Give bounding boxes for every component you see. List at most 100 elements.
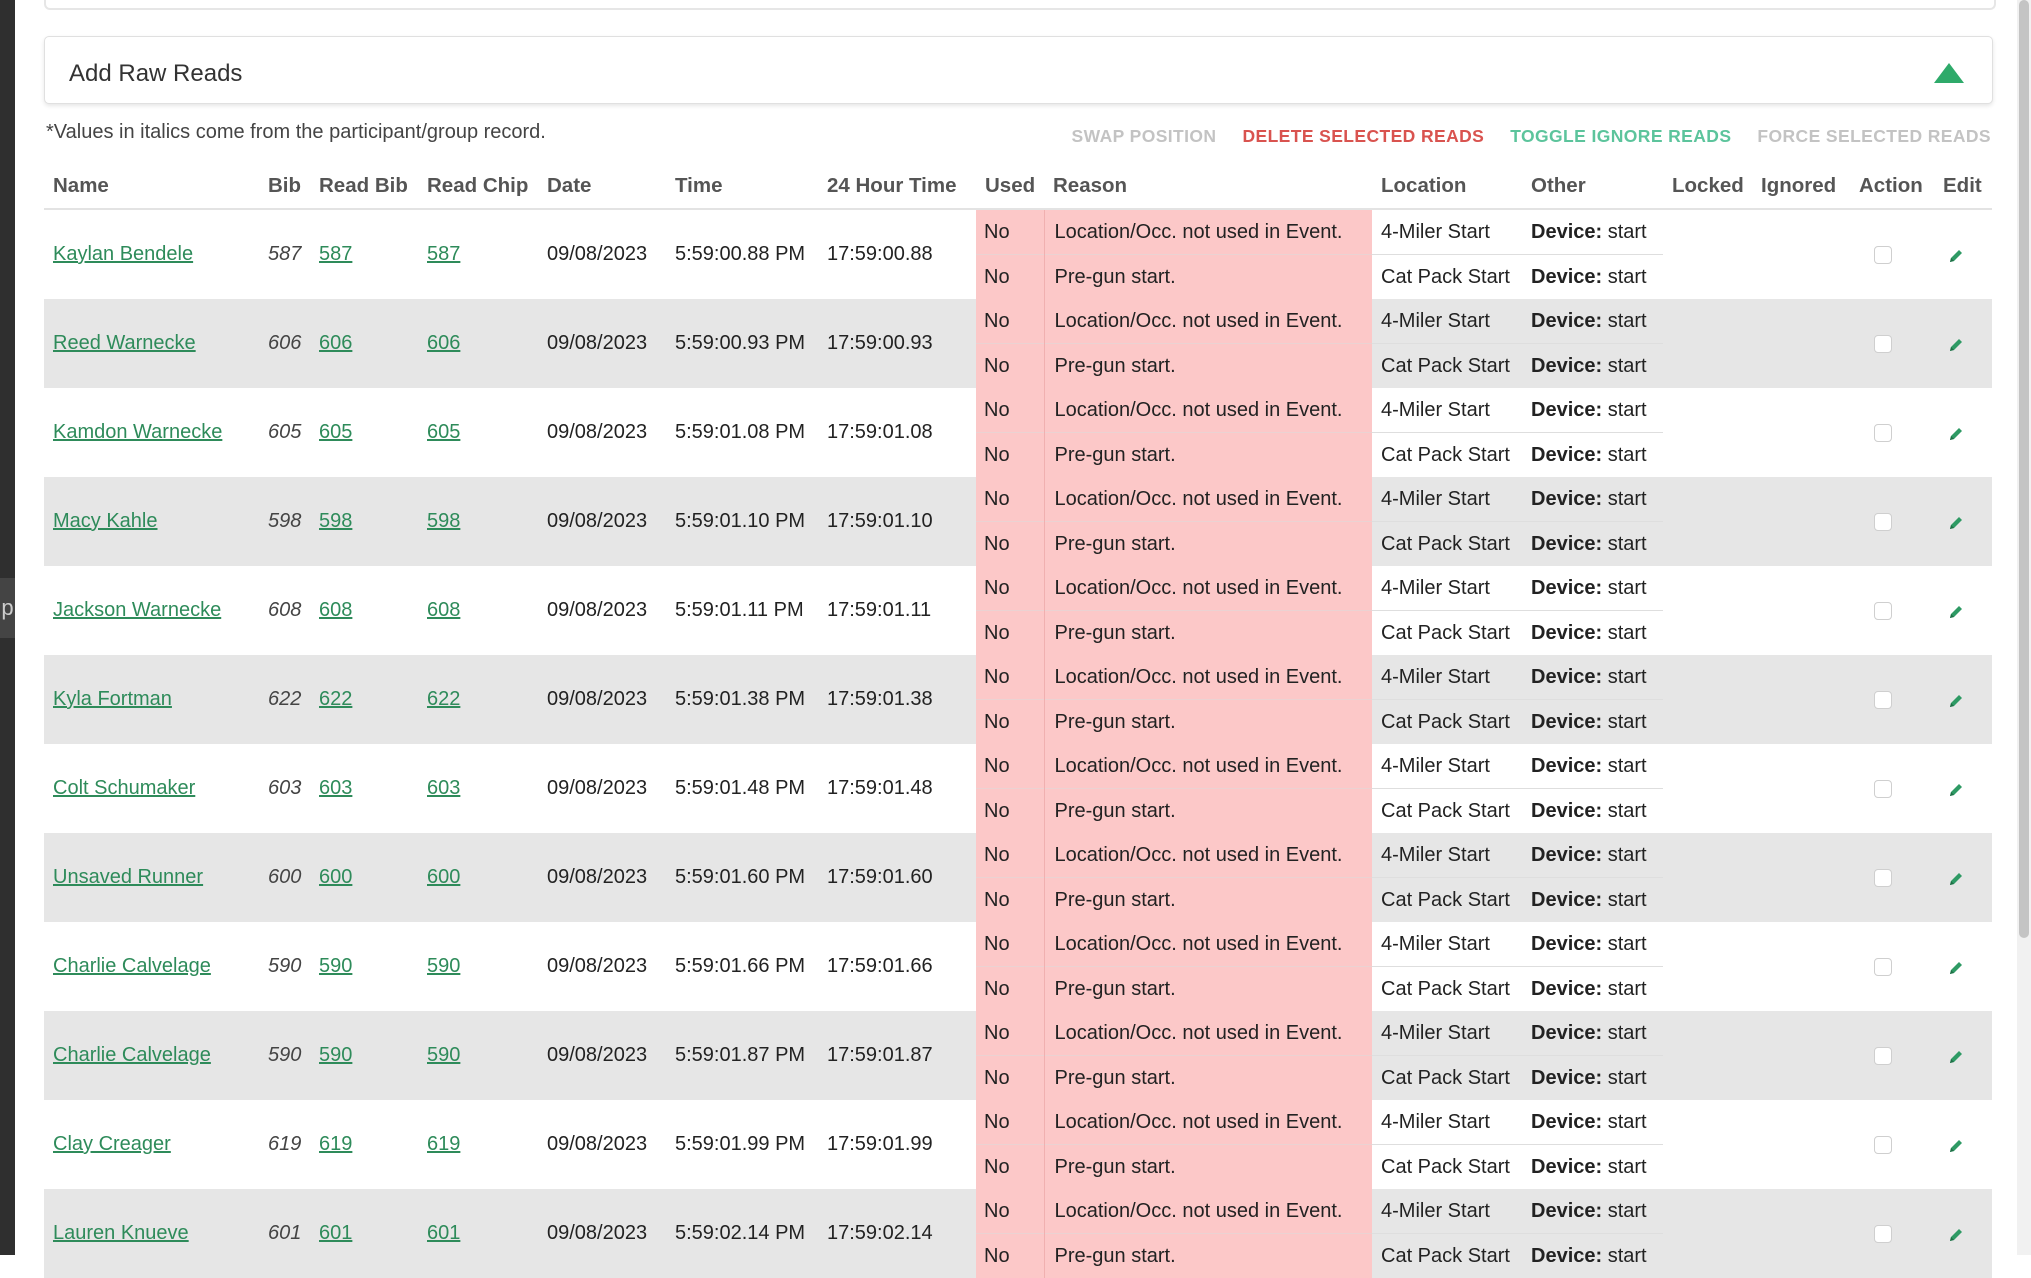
pencil-edit-icon[interactable] [1948,247,1964,263]
read-bib-link[interactable]: 601 [319,1222,352,1244]
triangle-up-icon[interactable] [1934,63,1964,83]
ignored-cell [1752,833,1850,922]
read-chip-link[interactable]: 587 [427,243,460,265]
reason-cell: Location/Occ. not used in Event. [1044,299,1372,344]
time24-cell: 17:59:01.10 [818,477,976,566]
used-cell: No [976,1056,1044,1101]
column-header-read-chip[interactable]: Read Chip [418,164,538,209]
column-header-used[interactable]: Used [976,164,1044,209]
read-chip-link[interactable]: 622 [427,688,460,710]
scrollbar-thumb[interactable] [2019,0,2029,938]
select-read-checkbox[interactable] [1874,1136,1892,1154]
participant-name-link[interactable]: Colt Schumaker [53,777,195,799]
force-selected-reads-button[interactable]: FORCE SELECTED READS [1757,126,1991,147]
read-bib-link[interactable]: 598 [319,510,352,532]
column-header-ignored[interactable]: Ignored [1752,164,1850,209]
pencil-edit-icon[interactable] [1948,692,1964,708]
pencil-edit-icon[interactable] [1948,870,1964,886]
read-chip-link[interactable]: 619 [427,1133,460,1155]
select-read-checkbox[interactable] [1874,1047,1892,1065]
select-read-checkbox[interactable] [1874,246,1892,264]
locked-cell [1663,1011,1752,1100]
select-read-checkbox[interactable] [1874,513,1892,531]
add-raw-reads-panel-header[interactable]: Add Raw Reads [44,36,1993,104]
locked-cell [1663,1100,1752,1189]
delete-selected-reads-button[interactable]: DELETE SELECTED READS [1242,126,1484,147]
location-cell: Cat Pack Start [1372,789,1522,834]
column-header-time[interactable]: Time [666,164,818,209]
ignored-cell [1752,299,1850,388]
pencil-edit-icon[interactable] [1948,1048,1964,1064]
read-chip-link[interactable]: 598 [427,510,460,532]
device-value: start [1608,978,1647,1000]
select-read-checkbox[interactable] [1874,780,1892,798]
read-bib-link[interactable]: 603 [319,777,352,799]
read-bib-link[interactable]: 590 [319,955,352,977]
select-read-checkbox[interactable] [1874,958,1892,976]
column-header-location[interactable]: Location [1372,164,1522,209]
read-bib-link[interactable]: 605 [319,421,352,443]
column-header-reason[interactable]: Reason [1044,164,1372,209]
side-tab[interactable]: p [0,578,15,638]
select-read-checkbox[interactable] [1874,1225,1892,1243]
participant-name-link[interactable]: Unsaved Runner [53,866,203,888]
pencil-edit-icon[interactable] [1948,336,1964,352]
read-bib-link[interactable]: 587 [319,243,352,265]
participant-name-link[interactable]: Clay Creager [53,1133,171,1155]
pencil-edit-icon[interactable] [1948,603,1964,619]
read-chip-link[interactable]: 600 [427,866,460,888]
read-chip-link[interactable]: 601 [427,1222,460,1244]
column-header-action[interactable]: Action [1850,164,1934,209]
read-bib-link[interactable]: 600 [319,866,352,888]
pencil-edit-icon[interactable] [1948,1226,1964,1242]
participant-name-link[interactable]: Kyla Fortman [53,688,172,710]
select-read-checkbox[interactable] [1874,335,1892,353]
participant-name-link[interactable]: Reed Warnecke [53,332,196,354]
pencil-edit-icon[interactable] [1948,1137,1964,1153]
toggle-ignore-reads-button[interactable]: TOGGLE IGNORE READS [1510,126,1731,147]
read-chip-link[interactable]: 603 [427,777,460,799]
column-header-bib[interactable]: Bib [259,164,310,209]
participant-name-link[interactable]: Kaylan Bendele [53,243,193,265]
locked-cell [1663,1189,1752,1278]
column-header-edit[interactable]: Edit [1934,164,1992,209]
read-bib-cell: 622 [310,655,418,744]
read-chip-link[interactable]: 606 [427,332,460,354]
pencil-edit-icon[interactable] [1948,514,1964,530]
read-bib-link[interactable]: 619 [319,1133,352,1155]
select-read-checkbox[interactable] [1874,602,1892,620]
device-value: start [1608,755,1647,777]
column-header-locked[interactable]: Locked [1663,164,1752,209]
column-header-name[interactable]: Name [44,164,259,209]
name-cell: Kamdon Warnecke [44,388,259,477]
column-header-read-bib[interactable]: Read Bib [310,164,418,209]
column-header-other[interactable]: Other [1522,164,1663,209]
participant-name-link[interactable]: Charlie Calvelage [53,1044,211,1066]
participant-name-link[interactable]: Macy Kahle [53,510,158,532]
other-cell: Device: start [1522,209,1663,255]
select-read-checkbox[interactable] [1874,691,1892,709]
swap-position-button[interactable]: SWAP POSITION [1072,126,1217,147]
select-read-checkbox[interactable] [1874,869,1892,887]
read-bib-link[interactable]: 608 [319,599,352,621]
read-chip-link[interactable]: 605 [427,421,460,443]
participant-name-link[interactable]: Jackson Warnecke [53,599,221,621]
column-header-date[interactable]: Date [538,164,666,209]
vertical-scrollbar[interactable] [2017,0,2031,1255]
read-chip-link[interactable]: 590 [427,955,460,977]
participant-name-link[interactable]: Kamdon Warnecke [53,421,222,443]
column-header-24-hour-time[interactable]: 24 Hour Time [818,164,976,209]
pencil-edit-icon[interactable] [1948,781,1964,797]
pencil-edit-icon[interactable] [1948,959,1964,975]
read-bib-link[interactable]: 622 [319,688,352,710]
participant-name-link[interactable]: Charlie Calvelage [53,955,211,977]
participant-name-link[interactable]: Lauren Knueve [53,1222,189,1244]
read-chip-link[interactable]: 608 [427,599,460,621]
other-cell: Device: start [1522,1100,1663,1145]
read-chip-link[interactable]: 590 [427,1044,460,1066]
select-read-checkbox[interactable] [1874,424,1892,442]
read-bib-link[interactable]: 606 [319,332,352,354]
pencil-edit-icon[interactable] [1948,425,1964,441]
reason-cell: Pre-gun start. [1044,878,1372,923]
read-bib-link[interactable]: 590 [319,1044,352,1066]
